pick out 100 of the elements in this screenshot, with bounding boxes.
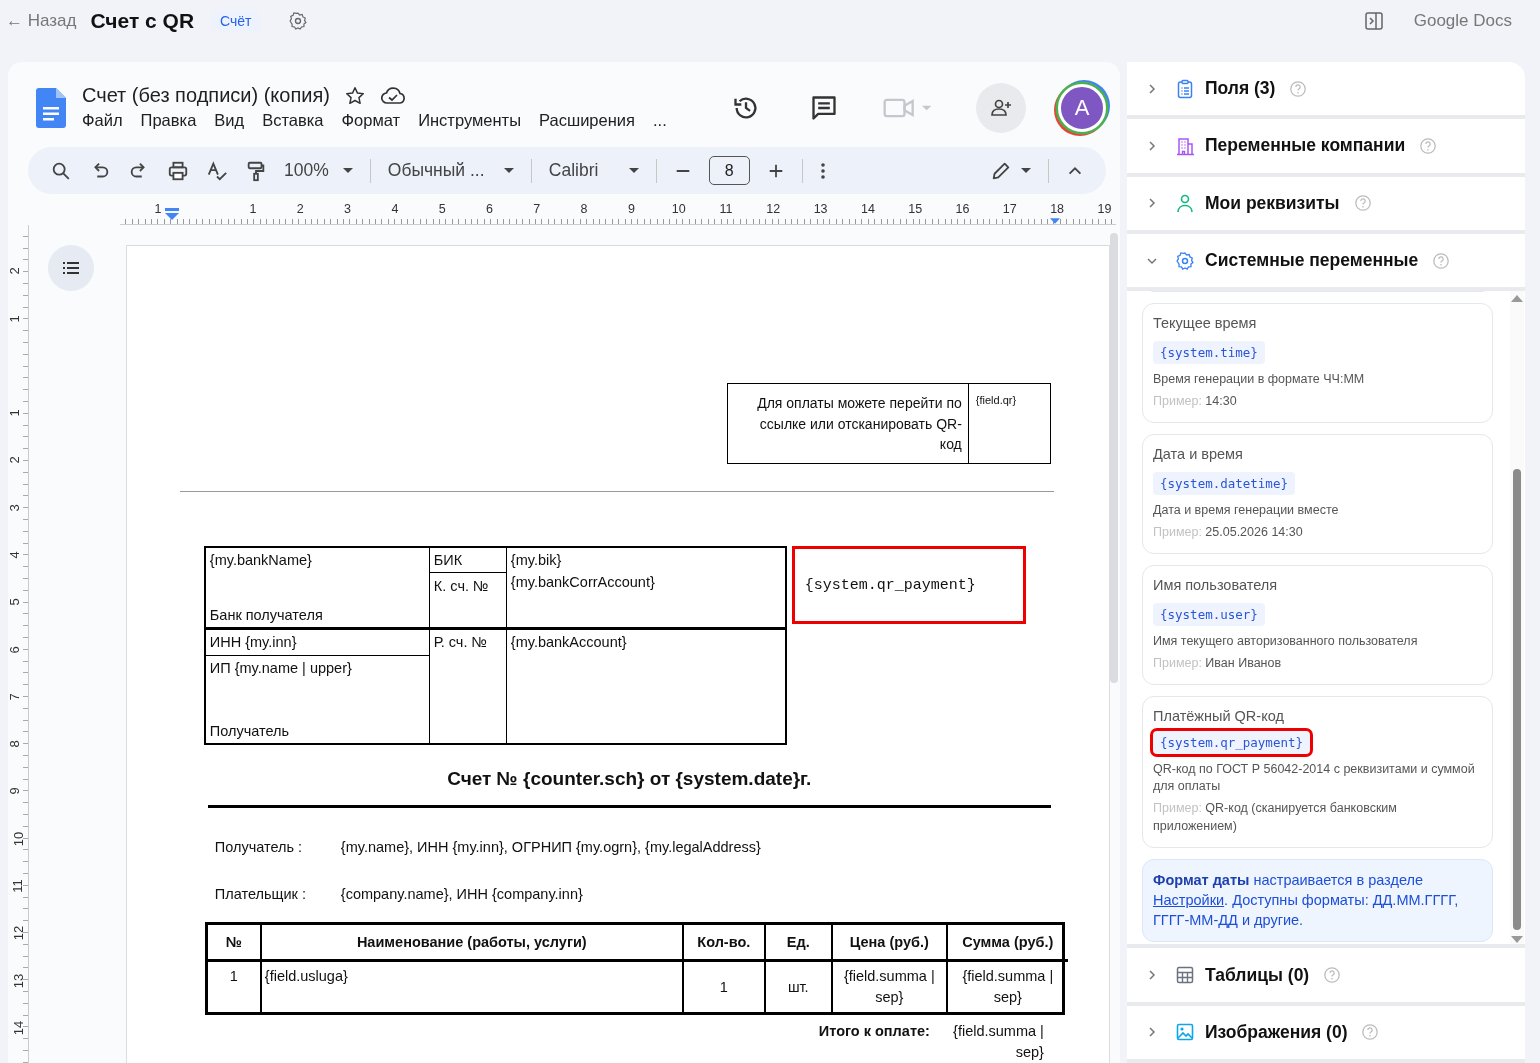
variable-description: Время генерации в формате ЧЧ:ММ — [1153, 371, 1365, 389]
ruler-number: 1 — [249, 202, 257, 217]
person-icon — [1175, 193, 1195, 214]
invoice-title: Счет № {counter.sch} от {system.date}г. — [446, 768, 813, 790]
share-button[interactable] — [976, 83, 1026, 133]
settings-link[interactable]: Настройки — [1153, 892, 1225, 909]
cloud-check-icon[interactable] — [379, 85, 406, 106]
indent-marker-icon[interactable] — [1050, 218, 1060, 224]
ruler-number: 18 — [1050, 202, 1065, 217]
paragraph-style-dropdown[interactable]: Обычный ... — [387, 160, 514, 181]
table-cell: 1 — [683, 962, 766, 1012]
ruler-number: 19 — [1097, 202, 1112, 217]
building-icon — [1175, 135, 1195, 156]
ruler-number: 1 — [8, 315, 23, 323]
paint-format-icon[interactable] — [245, 159, 267, 182]
ruler-number: 2 — [8, 456, 23, 464]
ruler-number: 4 — [8, 551, 23, 559]
section-header[interactable]: Таблицы (0) — [1127, 948, 1525, 1006]
party-label: Получатель : — [214, 839, 304, 855]
image-icon — [1175, 1022, 1195, 1043]
cell-text: Банк получателя — [209, 607, 324, 623]
variable-description: Дата и время генерации вместе — [1153, 502, 1339, 520]
menu-item[interactable]: Файл — [74, 109, 131, 132]
section-header[interactable]: Изображения (0) — [1127, 1005, 1525, 1063]
party-details: {company.name}, ИНН {company.inn} — [340, 886, 583, 902]
menu-item[interactable]: Расширения — [531, 109, 643, 132]
menu-item[interactable]: ... — [645, 109, 675, 132]
cell-text: ИП {my.name | upper} — [209, 660, 353, 676]
table-cell: шт. — [765, 962, 833, 1012]
ruler-number: 5 — [8, 598, 23, 606]
variable-code[interactable]: {system.qr_payment} — [1153, 731, 1310, 755]
ruler-number: 8 — [8, 740, 23, 748]
variable-title: Текущее время — [1153, 315, 1257, 332]
section-header[interactable]: Поля (3) — [1127, 62, 1525, 120]
table-cell: Для оплаты можете перейти по ссылке или отсканировать QR-код — [727, 384, 969, 463]
ruler-number: 4 — [391, 202, 399, 217]
outline-button[interactable] — [47, 245, 94, 291]
section-header[interactable]: Переменные компании — [1127, 119, 1525, 177]
ruler-number: 17 — [1002, 202, 1017, 217]
ruler-number: 1 — [8, 409, 23, 417]
section-header[interactable]: Мои реквизиты — [1127, 176, 1525, 234]
ruler-number: 3 — [8, 504, 23, 512]
column-header: Сумма (руб.) — [947, 925, 1068, 962]
placeholder-code: {system.qr_payment} — [804, 576, 976, 594]
print-icon[interactable] — [167, 159, 189, 182]
indent-marker-icon[interactable] — [165, 208, 179, 220]
total-label: Итого к оплате: — [818, 1023, 930, 1041]
menu-item[interactable]: Формат — [333, 109, 409, 132]
ruler-number: 11 — [10, 879, 26, 893]
user-avatar[interactable]: A — [1058, 84, 1106, 132]
app-name: Google Docs — [1413, 11, 1512, 31]
section-header[interactable]: Системные переменные — [1127, 233, 1525, 292]
ruler-number: 13 — [10, 973, 26, 988]
table-cell: {field.usluga} — [261, 962, 684, 1012]
scroll-down-icon[interactable] — [1511, 936, 1523, 945]
variable-code[interactable]: {system.user} — [1153, 603, 1265, 627]
ruler-number: 7 — [8, 693, 23, 701]
clipboard-icon — [1175, 78, 1195, 99]
scrollbar-thumb[interactable] — [1110, 233, 1119, 683]
ruler-number: 9 — [627, 202, 635, 217]
settings-icon[interactable] — [287, 11, 308, 31]
ruler-number: 5 — [438, 202, 446, 217]
ruler-number: 2 — [8, 267, 23, 275]
caret-icon[interactable] — [1021, 168, 1031, 173]
page-title: Счет с QR — [90, 9, 195, 33]
document-type-badge: Счёт — [212, 10, 260, 32]
back-link[interactable]: ← Назад — [6, 11, 77, 31]
menu-item[interactable]: Вид — [206, 109, 253, 132]
spellcheck-icon[interactable] — [206, 159, 228, 182]
ruler-number: 6 — [8, 645, 23, 654]
zoom-dropdown[interactable]: 100% — [284, 160, 353, 181]
menu-item[interactable]: Вставка — [254, 109, 332, 132]
font-dropdown[interactable]: Calibri — [548, 160, 639, 181]
ruler-number: 15 — [908, 202, 923, 217]
ruler-number: 7 — [533, 202, 541, 217]
menu-item[interactable]: Инструменты — [410, 109, 530, 132]
variable-code[interactable]: {system.datetime} — [1153, 472, 1295, 496]
scrollbar-thumb[interactable] — [1513, 469, 1521, 931]
variable-example: Пример: 25.05.2026 14:30 — [1153, 524, 1303, 542]
party-details: {my.name}, ИНН {my.inn}, ОГРНИП {my.ogrn}, {my.legalAddress} — [340, 839, 761, 855]
table-cell-text: {field.qr} — [974, 393, 1018, 408]
info-note: Формат даты настраивается в разделе Настройки. Доступны форматы: ДД.ММ.ГГГГ, ГГГГ-ММ-ДД и другие. — [1142, 859, 1493, 943]
ruler-number: 9 — [8, 787, 23, 795]
document-title[interactable]: Счет (без подписи) (копия) — [82, 84, 330, 107]
table-cell: ИНН {my.inn} — [205, 630, 430, 656]
variable-code[interactable]: {system.time} — [1153, 341, 1265, 365]
star-icon[interactable] — [343, 84, 366, 107]
comment-icon[interactable] — [810, 94, 838, 122]
ruler-number: 13 — [813, 202, 828, 217]
total-value: {field.summa | sep} — [952, 1022, 1044, 1062]
variable-example: Пример: QR-код (сканируется банковским приложением) — [1153, 800, 1398, 836]
ruler-number: 1 — [154, 202, 162, 217]
scroll-up-icon[interactable] — [1511, 294, 1523, 303]
more-icon[interactable] — [819, 160, 826, 181]
menu-item[interactable]: Правка — [132, 109, 205, 132]
ruler-number: 14 — [860, 202, 875, 217]
table-cell: Р. сч. № — [429, 630, 507, 743]
font-size-field[interactable]: 8 — [708, 156, 750, 185]
side-panel-icon[interactable] — [1363, 11, 1384, 31]
table-cell: БИК — [429, 548, 507, 573]
